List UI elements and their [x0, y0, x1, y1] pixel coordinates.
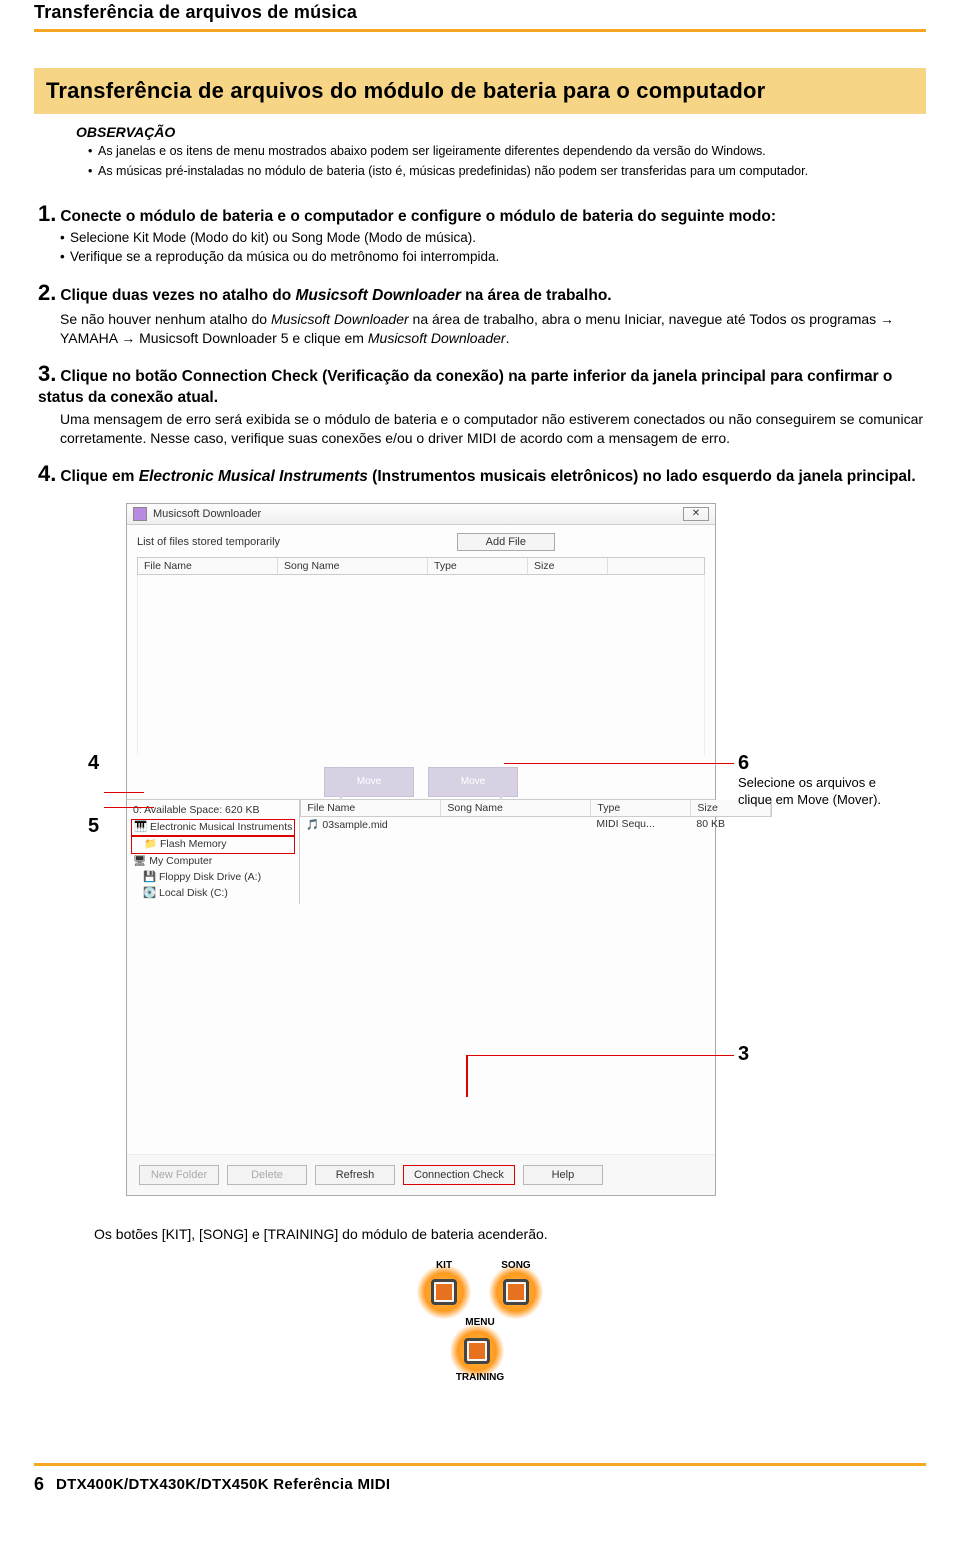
callout-line: [504, 763, 734, 765]
close-icon[interactable]: ✕: [683, 507, 709, 521]
step-number: 3.: [38, 361, 56, 386]
training-label: TRAINING: [456, 1372, 504, 1383]
song-label: SONG: [495, 1260, 537, 1271]
observacao-item: As músicas pré-instaladas no módulo de b…: [88, 163, 926, 181]
step-number: 2.: [38, 280, 56, 305]
file-size-cell: 80 KB: [690, 818, 770, 831]
device-tree[interactable]: 0: Available Space: 620 KB 🎹 Electronic …: [127, 800, 300, 905]
move-up-button[interactable]: Move: [324, 767, 414, 797]
step-heading-italic: Musicsoft Downloader: [296, 287, 461, 304]
bottom-toolbar: New Folder Delete Refresh Connection Che…: [127, 1154, 715, 1195]
step-body-part: .: [506, 330, 510, 346]
menu-label: MENU: [465, 1317, 494, 1328]
col-song-name[interactable]: Song Name: [441, 800, 591, 816]
step-heading: Clique no botão Connection Check (Verifi…: [38, 368, 892, 407]
step-heading-part: Clique duas vezes no atalho do: [60, 287, 295, 304]
observacao-list: As janelas e os itens de menu mostrados …: [76, 140, 926, 180]
screenshot-figure: Musicsoft Downloader ✕ List of files sto…: [126, 503, 886, 1197]
file-row[interactable]: 🎵 03sample.mid MIDI Sequ... 80 KB: [300, 817, 772, 832]
page-number: 6: [34, 1474, 44, 1495]
observacao-heading: OBSERVAÇÃO: [76, 124, 926, 140]
window-titlebar[interactable]: Musicsoft Downloader ✕: [127, 504, 715, 525]
step-body-part: Se não houver nenhum atalho do: [60, 311, 271, 327]
delete-button[interactable]: Delete: [227, 1165, 307, 1185]
footer-title: DTX400K/DTX430K/DTX450K Referência MIDI: [56, 1476, 390, 1493]
callout-6-text: Selecione os arquivos e clique em Move (…: [738, 775, 888, 809]
temp-list-label: List of files stored temporarily: [137, 536, 280, 548]
tree-emi[interactable]: 🎹 Electronic Musical Instruments: [131, 819, 295, 837]
file-type-cell: MIDI Sequ...: [590, 818, 690, 831]
post-screenshot-note: Os botões [KIT], [SONG] e [TRAINING] do …: [94, 1226, 926, 1242]
callout-line: [104, 807, 154, 809]
observacao-item: As janelas e os itens de menu mostrados …: [88, 143, 926, 161]
tree-flash-memory[interactable]: 📁 Flash Memory: [131, 836, 295, 854]
callout-3: 3: [738, 1043, 749, 1066]
tree-floppy[interactable]: 💾 Floppy Disk Drive (A:): [131, 870, 295, 886]
step-number: 4.: [38, 461, 56, 486]
section-title: Transferência de arquivos do módulo de b…: [34, 68, 926, 114]
kit-button-icon: [423, 1271, 465, 1313]
app-icon: [133, 507, 147, 521]
module-button-diagram: KIT SONG MENU TRAINING: [380, 1260, 580, 1383]
callout-line: [466, 1055, 468, 1097]
step-bullet: Verifique se a reprodução da música ou d…: [60, 248, 926, 267]
step-number: 1.: [38, 201, 56, 226]
file-name-cell: 03sample.mid: [322, 819, 387, 831]
kit-label: KIT: [423, 1260, 465, 1271]
step-4: 4.Clique em Electronic Musical Instrumen…: [38, 460, 926, 489]
step-1: 1.Conecte o módulo de bateria e o comput…: [38, 200, 926, 267]
step-body: Uma mensagem de erro será exibida se o m…: [38, 410, 926, 448]
help-button[interactable]: Help: [523, 1165, 603, 1185]
step-heading-italic: Electronic Musical Instruments: [139, 468, 368, 485]
step-3: 3.Clique no botão Connection Check (Veri…: [38, 360, 926, 449]
col-file-name[interactable]: File Name: [138, 558, 278, 574]
col-type[interactable]: Type: [428, 558, 528, 574]
upper-column-header: File Name Song Name Type Size: [137, 557, 705, 575]
training-button-icon: [456, 1330, 498, 1372]
col-type[interactable]: Type: [591, 800, 691, 816]
tree-my-computer[interactable]: 🖥 My Computer: [131, 854, 295, 870]
step-heading-part: Clique em: [60, 468, 138, 485]
step-body-italic: Musicsoft Downloader: [368, 330, 506, 346]
app-window: Musicsoft Downloader ✕ List of files sto…: [126, 503, 716, 1197]
page-breadcrumb: Transferência de arquivos de música: [34, 0, 926, 29]
move-down-button[interactable]: Move: [428, 767, 518, 797]
callout-4: 4: [88, 752, 99, 775]
step-bullet: Selecione Kit Mode (Modo do kit) ou Song…: [60, 229, 926, 248]
header-divider: [34, 29, 926, 32]
col-file-name[interactable]: File Name: [301, 800, 441, 816]
callout-6: 6: [738, 752, 749, 775]
page-footer: 6 DTX400K/DTX430K/DTX450K Referência MID…: [34, 1463, 926, 1525]
upper-file-area[interactable]: [137, 575, 705, 755]
connection-check-button[interactable]: Connection Check: [403, 1165, 515, 1185]
col-song-name[interactable]: Song Name: [278, 558, 428, 574]
refresh-button[interactable]: Refresh: [315, 1165, 395, 1185]
col-size[interactable]: Size: [528, 558, 608, 574]
add-file-button[interactable]: Add File: [457, 533, 555, 551]
callout-line: [104, 792, 144, 794]
callout-5: 5: [88, 815, 99, 838]
step-2: 2.Clique duas vezes no atalho do Musicso…: [38, 279, 926, 347]
step-body-italic: Musicsoft Downloader: [271, 311, 409, 327]
callout-line: [466, 1055, 734, 1057]
tree-local-disk[interactable]: 💽 Local Disk (C:): [131, 886, 295, 902]
window-title: Musicsoft Downloader: [153, 508, 261, 520]
step-heading-part: (Instrumentos musicais eletrônicos) no l…: [368, 468, 916, 485]
lower-file-list[interactable]: File Name Song Name Type Size 🎵 03sample…: [300, 800, 772, 905]
new-folder-button[interactable]: New Folder: [139, 1165, 219, 1185]
step-heading: Conecte o módulo de bateria e o computad…: [60, 208, 776, 225]
step-heading-part: na área de trabalho.: [461, 287, 612, 304]
song-button-icon: [495, 1271, 537, 1313]
tree-root[interactable]: 0: Available Space: 620 KB: [131, 803, 295, 819]
